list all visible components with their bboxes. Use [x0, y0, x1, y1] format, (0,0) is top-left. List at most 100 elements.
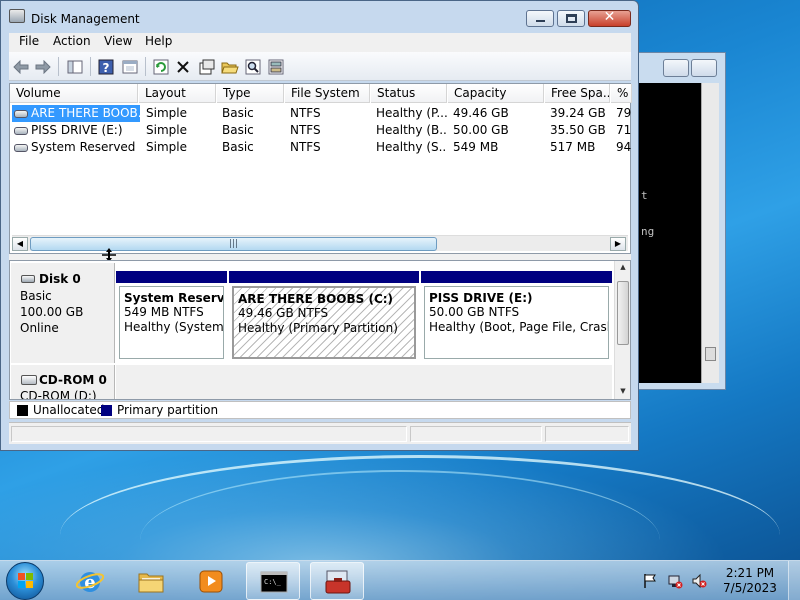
action-center-flag-icon[interactable]: [642, 573, 658, 589]
menu-help[interactable]: Help: [145, 34, 172, 48]
volume-muted-icon[interactable]: [691, 573, 707, 589]
cdrom-0-area[interactable]: [116, 365, 612, 399]
settings-icon[interactable]: [267, 58, 285, 75]
maximize-button[interactable]: [557, 10, 585, 27]
vscroll-thumb[interactable]: [617, 281, 629, 345]
scroll-down-button[interactable]: ▼: [617, 387, 629, 397]
hard-disk-icon: [21, 275, 35, 283]
column-header-layout[interactable]: Layout: [139, 84, 216, 103]
column-header-type[interactable]: Type: [217, 84, 284, 103]
cell-status: Healthy (B...: [376, 123, 447, 137]
show-desktop-button[interactable]: [788, 561, 800, 600]
taskbar: e C:\_ 2:21 PM 7/5/2023: [0, 560, 800, 600]
console-scrollbar[interactable]: [701, 83, 719, 383]
toolbar-separator: [58, 57, 59, 76]
console-line: t: [641, 189, 648, 202]
start-button[interactable]: [6, 562, 44, 600]
windows-logo-icon: [18, 573, 34, 589]
cdrom-0-drive: CD-ROM (D:): [20, 389, 97, 400]
legend: Unallocated Primary partition: [9, 401, 631, 419]
refresh-icon[interactable]: [152, 58, 170, 75]
menu-file[interactable]: File: [19, 34, 39, 48]
forward-icon[interactable]: [34, 58, 52, 75]
disk-0-type: Basic: [20, 289, 52, 303]
disk-0-label[interactable]: Disk 0 Basic 100.00 GB Online: [11, 263, 115, 363]
show-hide-tree-icon[interactable]: [66, 58, 84, 75]
disk-0-name: Disk 0: [39, 272, 81, 286]
cell-file-system: NTFS: [290, 123, 321, 137]
console-minimize-button[interactable]: [663, 59, 689, 77]
taskbar-command-prompt[interactable]: C:\_: [246, 562, 300, 600]
help-icon[interactable]: ?: [97, 58, 115, 75]
network-icon[interactable]: [667, 573, 683, 589]
console-scroll-thumb[interactable]: [705, 347, 716, 361]
volume-list: Volume Layout Type File System Status Ca…: [9, 83, 632, 254]
status-segment: [410, 426, 542, 442]
window-title: Disk Management: [31, 12, 140, 26]
console-screen[interactable]: t ng: [639, 83, 701, 383]
cell-type: Basic: [222, 106, 254, 120]
column-header-status[interactable]: Status: [371, 84, 447, 103]
column-header-volume[interactable]: Volume: [10, 84, 138, 103]
svg-text:C:\_: C:\_: [264, 578, 282, 586]
computer-management-icon: [325, 570, 351, 594]
partition-status: Healthy (System, A: [124, 320, 224, 334]
cdrom-0-label[interactable]: CD-ROM 0 CD-ROM (D:): [11, 365, 115, 400]
command-prompt-icon: C:\_: [260, 571, 288, 593]
minimize-button[interactable]: [526, 10, 554, 27]
partition-header-bar: [229, 271, 419, 283]
partition-size: 49.46 GB NTFS: [238, 306, 329, 320]
cell-capacity: 50.00 GB: [453, 123, 509, 137]
scroll-up-button[interactable]: ▲: [617, 263, 629, 273]
cell-type: Basic: [222, 123, 254, 137]
partition-e-drive[interactable]: PISS DRIVE (E:) 50.00 GB NTFS Healthy (B…: [421, 271, 612, 359]
console-window[interactable]: t ng: [632, 52, 726, 390]
column-header-free-space[interactable]: Free Spa...: [545, 84, 610, 103]
close-button[interactable]: ✕: [588, 9, 631, 27]
back-icon[interactable]: [12, 58, 30, 75]
taskbar-computer-management[interactable]: [310, 562, 364, 600]
cdrom-0-name: CD-ROM 0: [39, 373, 107, 387]
disk-pane-vscrollbar[interactable]: ▲ ▼: [614, 261, 630, 399]
toolbar: ?: [9, 52, 631, 81]
column-header-percent-free[interactable]: % F: [611, 84, 632, 103]
taskbar-media-player[interactable]: [184, 562, 238, 600]
status-segment: [11, 426, 407, 442]
partition-title: PISS DRIVE (E:): [429, 291, 533, 305]
title-bar[interactable]: Disk Management ✕: [1, 1, 638, 33]
taskbar-internet-explorer[interactable]: e: [63, 562, 117, 600]
open-icon[interactable]: [221, 58, 239, 75]
internet-explorer-icon: e: [76, 572, 104, 593]
partition-c-drive[interactable]: ARE THERE BOOBS (C:) 49.46 GB NTFS Healt…: [229, 271, 419, 359]
export-icon[interactable]: [198, 58, 216, 75]
partition-header-bar: [116, 271, 227, 283]
system-clock[interactable]: 2:21 PM 7/5/2023: [716, 566, 784, 596]
disk-layout-pane: Disk 0 Basic 100.00 GB Online System Res…: [9, 260, 631, 400]
status-bar: [9, 422, 631, 444]
scroll-left-button[interactable]: ◀: [12, 237, 28, 251]
column-header-file-system[interactable]: File System: [285, 84, 370, 103]
hscroll-thumb[interactable]: |||: [30, 237, 437, 251]
scroll-right-button[interactable]: ▶: [610, 237, 626, 251]
partition-header-bar: [421, 271, 612, 283]
disk-0-size: 100.00 GB: [20, 305, 84, 319]
taskbar-windows-explorer[interactable]: [124, 562, 178, 600]
menu-bar: File Action View Help: [9, 33, 631, 52]
column-header-capacity[interactable]: Capacity: [448, 84, 544, 103]
console-maximize-button[interactable]: [691, 59, 717, 77]
search-icon[interactable]: [244, 58, 262, 75]
menu-view[interactable]: View: [104, 34, 132, 48]
disk-management-window: Disk Management ✕ File Action View Help …: [0, 0, 639, 451]
partition-status: Healthy (Boot, Page File, Crash Du: [429, 320, 608, 334]
delete-icon[interactable]: [174, 58, 192, 75]
close-icon: ✕: [603, 9, 616, 25]
properties-icon[interactable]: [121, 58, 139, 75]
cell-percent-free: 79: [616, 106, 631, 120]
partition-system-reserved[interactable]: System Reserved 549 MB NTFS Healthy (Sys…: [116, 271, 227, 359]
menu-action[interactable]: Action: [53, 34, 91, 48]
console-line: ng: [641, 225, 655, 238]
svg-text:?: ?: [103, 61, 110, 75]
partition-status: Healthy (Primary Partition): [238, 321, 398, 335]
cell-volume: System Reserved: [31, 140, 136, 154]
cell-volume: ARE THERE BOOB...: [31, 106, 141, 120]
